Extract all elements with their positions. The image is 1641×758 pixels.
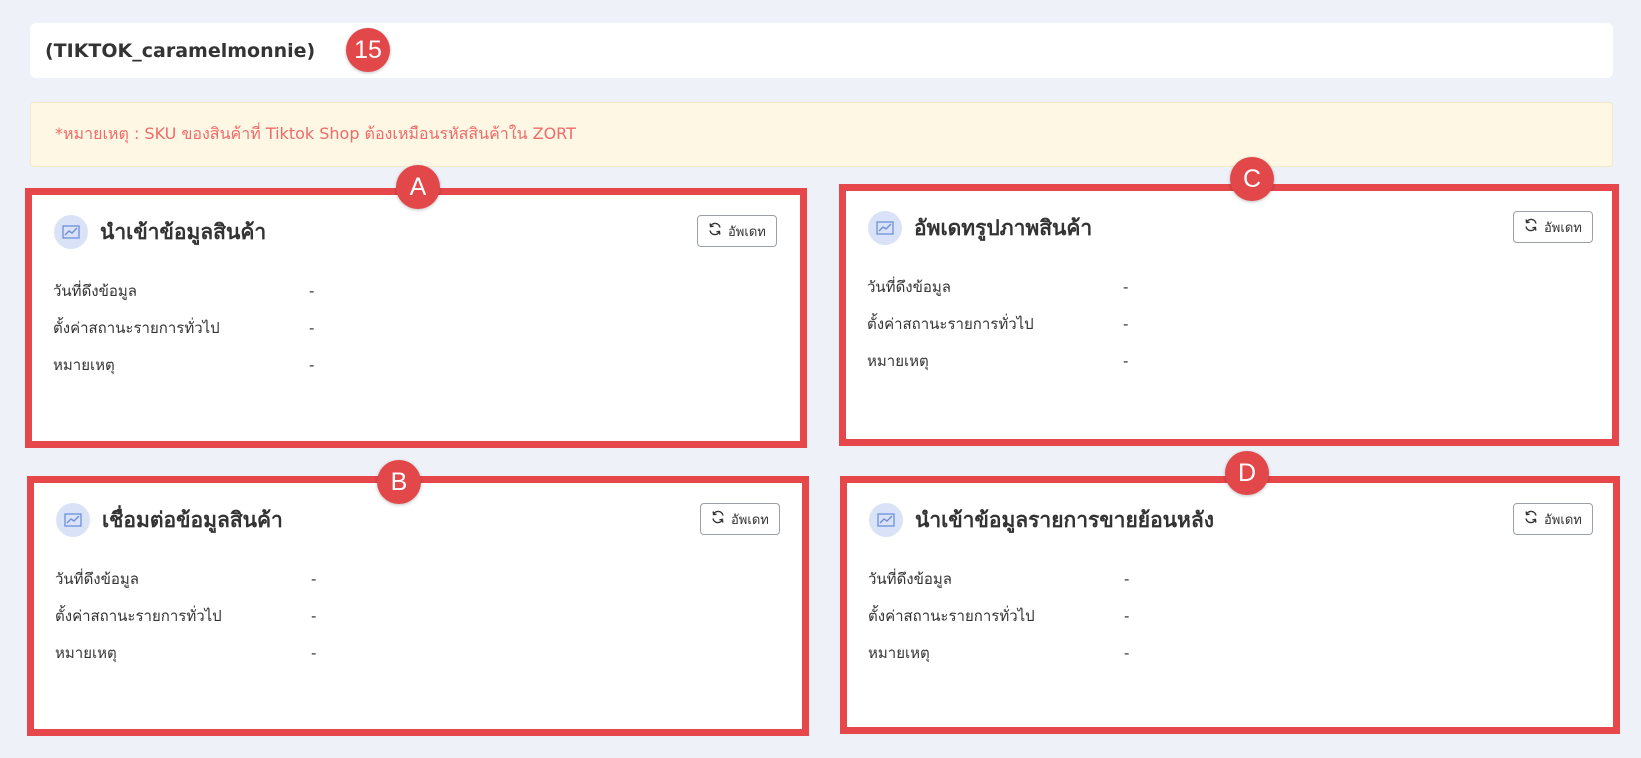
row-label: หมายเหตุ (867, 351, 929, 370)
row-value: - (1123, 277, 1129, 296)
info-row: ตั้งค่าสถานะรายการทั่วไป - (53, 309, 314, 346)
info-row: ตั้งค่าสถานะรายการทั่วไป - (868, 597, 1129, 634)
update-button-label: อัพเดท (1544, 512, 1582, 528)
card-title-row: นำเข้าข้อมูลสินค้า (54, 215, 266, 249)
card-title: นำเข้าข้อมูลรายการขายย้อนหลัง (915, 507, 1215, 532)
chart-icon (54, 215, 88, 249)
info-row: ตั้งค่าสถานะรายการทั่วไป - (867, 305, 1128, 342)
row-value: - (1124, 643, 1130, 662)
row-label: วันที่ดึงข้อมูล (867, 277, 951, 296)
row-value: - (311, 643, 317, 662)
info-row: หมายเหตุ - (55, 634, 316, 671)
annotation-marker-b: B (377, 460, 421, 504)
row-label: หมายเหตุ (53, 355, 115, 374)
row-label: วันที่ดึงข้อมูล (868, 569, 952, 588)
info-rows: วันที่ดึงข้อมูล - ตั้งค่าสถานะรายการทั่วไ… (55, 560, 316, 671)
chart-icon (868, 211, 902, 245)
update-button-label: อัพเดท (1544, 220, 1582, 236)
row-value: - (311, 569, 317, 588)
card-title-row: อัพเดทรูปภาพสินค้า (868, 211, 1092, 245)
info-row: วันที่ดึงข้อมูล - (868, 560, 1129, 597)
notice-text: *หมายเหตุ : SKU ของสินค้าที่ Tiktok Shop… (55, 124, 576, 143)
annotation-marker-d: D (1225, 451, 1269, 495)
annotation-marker-c: C (1230, 157, 1274, 201)
chart-icon (56, 503, 90, 537)
row-value: - (309, 355, 315, 374)
row-value: - (309, 318, 315, 337)
refresh-icon (1524, 510, 1538, 528)
info-row: วันที่ดึงข้อมูล - (53, 272, 314, 309)
refresh-icon (1524, 218, 1538, 236)
card-link-products: เชื่อมต่อข้อมูลสินค้า อัพเดท วันที่ดึงข้… (27, 476, 809, 736)
row-label: หมายเหตุ (55, 643, 117, 662)
row-label: หมายเหตุ (868, 643, 930, 662)
info-row: วันที่ดึงข้อมูล - (867, 268, 1128, 305)
update-button-label: อัพเดท (728, 224, 766, 240)
info-row: วันที่ดึงข้อมูล - (55, 560, 316, 597)
row-value: - (1124, 569, 1130, 588)
update-button-label: อัพเดท (731, 512, 769, 528)
info-row: ตั้งค่าสถานะรายการทั่วไป - (55, 597, 316, 634)
card-update-images: อัพเดทรูปภาพสินค้า อัพเดท วันที่ดึงข้อมู… (839, 184, 1619, 446)
annotation-marker-a: A (396, 165, 440, 209)
row-label: วันที่ดึงข้อมูล (53, 281, 137, 300)
row-label: ตั้งค่าสถานะรายการทั่วไป (868, 606, 1035, 625)
card-import-products: นำเข้าข้อมูลสินค้า อัพเดท วันที่ดึงข้อมู… (25, 188, 807, 448)
info-rows: วันที่ดึงข้อมูล - ตั้งค่าสถานะรายการทั่วไ… (867, 268, 1128, 379)
row-label: ตั้งค่าสถานะรายการทั่วไป (53, 318, 220, 337)
row-label: วันที่ดึงข้อมูล (55, 569, 139, 588)
card-import-sales-history: นำเข้าข้อมูลรายการขายย้อนหลัง อัพเดท วัน… (840, 476, 1620, 734)
row-value: - (311, 606, 317, 625)
notice-banner: *หมายเหตุ : SKU ของสินค้าที่ Tiktok Shop… (30, 102, 1613, 167)
update-button[interactable]: อัพเดท (1513, 503, 1593, 535)
row-value: - (1124, 606, 1130, 625)
row-label: ตั้งค่าสถานะรายการทั่วไป (867, 314, 1034, 333)
card-title: นำเข้าข้อมูลสินค้า (100, 219, 267, 244)
info-rows: วันที่ดึงข้อมูล - ตั้งค่าสถานะรายการทั่วไ… (868, 560, 1129, 671)
shop-header: (TIKTOK_caramelmonnie) (30, 23, 1613, 78)
update-button[interactable]: อัพเดท (700, 503, 780, 535)
shop-name: (TIKTOK_caramelmonnie) (45, 39, 316, 62)
info-rows: วันที่ดึงข้อมูล - ตั้งค่าสถานะรายการทั่วไ… (53, 272, 314, 383)
update-button[interactable]: อัพเดท (1513, 211, 1593, 243)
chart-icon (869, 503, 903, 537)
info-row: หมายเหตุ - (867, 342, 1128, 379)
refresh-icon (708, 222, 722, 240)
card-title-row: เชื่อมต่อข้อมูลสินค้า (56, 503, 283, 537)
row-value: - (309, 281, 315, 300)
row-value: - (1123, 351, 1129, 370)
update-button[interactable]: อัพเดท (697, 215, 777, 247)
info-row: หมายเหตุ - (868, 634, 1129, 671)
row-label: ตั้งค่าสถานะรายการทั่วไป (55, 606, 222, 625)
card-title: อัพเดทรูปภาพสินค้า (914, 215, 1093, 240)
info-row: หมายเหตุ - (53, 346, 314, 383)
card-title: เชื่อมต่อข้อมูลสินค้า (102, 507, 283, 532)
card-title-row: นำเข้าข้อมูลรายการขายย้อนหลัง (869, 503, 1214, 537)
row-value: - (1123, 314, 1129, 333)
annotation-marker-15: 15 (346, 28, 390, 72)
refresh-icon (711, 510, 725, 528)
